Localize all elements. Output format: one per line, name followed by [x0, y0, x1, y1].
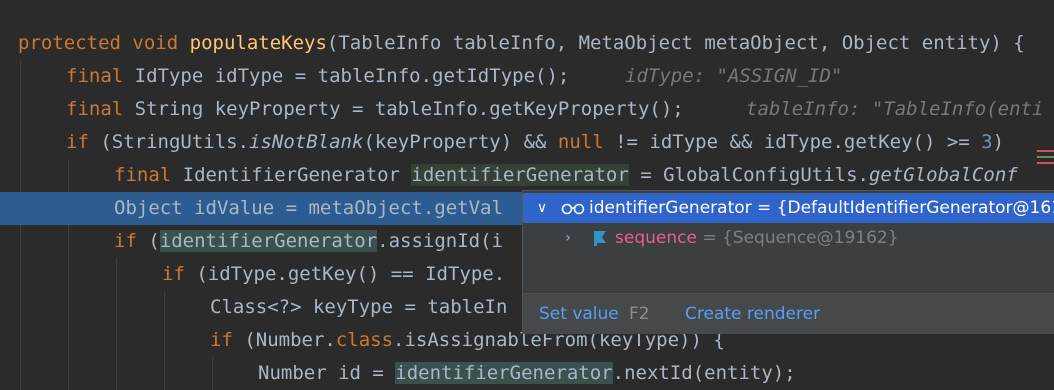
code-text: MetaObject [578, 32, 693, 54]
code-text: IdType idType = tableInfo.getIdType(); [123, 65, 570, 87]
code-line-11: Number id = identifierGenerator.nextId(e… [0, 357, 1054, 390]
keyword: final [66, 65, 124, 87]
keyword: void [132, 32, 179, 54]
static-method: isNotBlank [249, 131, 364, 153]
keyword: if [210, 329, 233, 351]
code-text: ) [992, 131, 1005, 153]
code-text: ( [326, 32, 339, 54]
keyword: class [335, 329, 394, 351]
code-text: (keyProperty) && [363, 131, 558, 153]
code-line-5: final IdentifierGenerator identifierGene… [0, 159, 1054, 192]
chevron-down-icon[interactable]: ∨ [535, 193, 549, 223]
variable-value: = {DefaultIdentifierGenerator@161 [751, 198, 1054, 218]
popup-tree-row[interactable]: › sequence = {Sequence@19162} [523, 223, 1054, 253]
code-text: tableInfo, [441, 32, 579, 54]
code-text: metaObject, [692, 32, 842, 54]
field-flag-icon [594, 231, 606, 246]
code-text: (Number. [232, 329, 336, 351]
change-marker-icon [1037, 150, 1054, 172]
highlighted-variable[interactable]: identifierGenerator [159, 230, 378, 252]
highlighted-variable[interactable]: identifierGenerator [395, 362, 613, 384]
code-text: Object [841, 32, 911, 54]
field-value: = {Sequence@19162} [696, 228, 899, 248]
code-text: Number id = [258, 362, 396, 384]
static-method: getGlobalConf [868, 164, 1018, 186]
inline-debug-hint: tableInfo: "TableInfo(enti [746, 98, 1044, 120]
code-text: Class<?> keyType = tableIn [210, 296, 508, 318]
chevron-right-icon[interactable]: › [561, 223, 575, 253]
code-text: String keyProperty = tableInfo.getKeyPro… [123, 98, 684, 120]
code-text: .nextId(entity); [612, 362, 796, 384]
keyword: if [114, 230, 137, 252]
code-text: .assignId(i [377, 230, 503, 252]
field-name: sequence [615, 228, 697, 248]
code-text: entity) { [910, 32, 1025, 54]
keyword: if [162, 263, 185, 285]
code-text: != idType && idType.getKey() >= [603, 131, 982, 153]
keyword: if [66, 131, 89, 153]
code-text: Object idValue = metaObject.getVal [114, 197, 503, 219]
popup-tree-row-selected[interactable]: ∨ identifierGenerator = {DefaultIdentifi… [523, 193, 1054, 223]
code-text: IdentifierGenerator [171, 164, 412, 186]
keyword: final [66, 98, 124, 120]
method-name: populateKeys [189, 32, 327, 54]
keyword: null [557, 131, 604, 153]
set-value-link[interactable]: Set value [539, 294, 619, 334]
inline-debug-hint: idType: "ASSIGN_ID" [625, 65, 843, 87]
debug-value-popup: ∨ identifierGenerator = {DefaultIdentifi… [522, 190, 1054, 334]
number-literal: 3 [981, 131, 993, 153]
code-line-4: if (StringUtils.isNotBlank(keyProperty) … [0, 126, 1054, 159]
highlighted-variable[interactable]: identifierGenerator [411, 164, 629, 186]
create-renderer-link[interactable]: Create renderer [685, 294, 820, 334]
set-value-shortcut: F2 [629, 304, 650, 324]
code-line-2: final IdType idType = tableInfo.getIdTyp… [0, 60, 1054, 93]
variable-name: identifierGenerator [589, 198, 752, 218]
code-line-1: protected void populateKeys(TableInfo ta… [0, 27, 1054, 60]
watch-glasses-icon [561, 203, 585, 215]
code-text: (idType.getKey() == IdType. [184, 263, 506, 285]
keyword: protected [18, 32, 121, 54]
code-text: = GlobalConfigUtils. [628, 164, 869, 186]
keyword: final [114, 164, 172, 186]
code-line-3: final String keyProperty = tableInfo.get… [0, 93, 1054, 126]
code-text: (StringUtils. [88, 131, 250, 153]
popup-footer: Set value F2 Create renderer [523, 293, 1054, 334]
code-text: ( [136, 230, 160, 252]
code-text: TableInfo [338, 32, 442, 54]
